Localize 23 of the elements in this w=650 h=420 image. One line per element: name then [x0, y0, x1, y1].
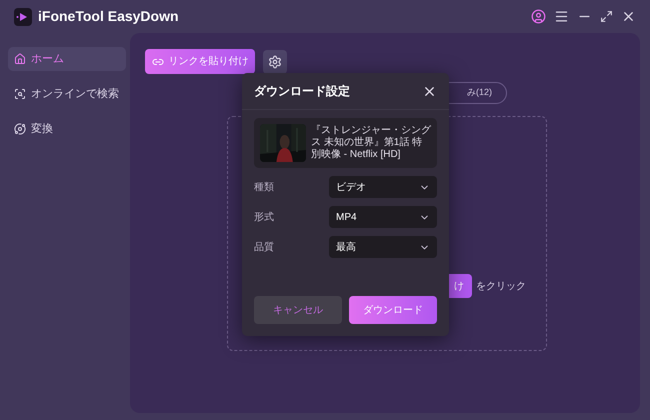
settings-button[interactable] — [263, 50, 287, 74]
maximize-icon[interactable] — [600, 10, 613, 23]
setting-label: 品質 — [254, 240, 275, 254]
video-title: 『ストレンジャー・シングス 未知の世界』第1話 特別映像 - Netflix [HD] — [311, 125, 431, 161]
sidebar-item[interactable]: ホーム — [8, 47, 126, 71]
account-icon[interactable] — [531, 9, 546, 24]
sidebar-item[interactable]: 変換 — [8, 117, 126, 141]
setting-dropdown[interactable]: 最高 — [329, 236, 437, 258]
hint-text: をクリック — [476, 280, 526, 294]
setting-label: 形式 — [254, 210, 275, 224]
app-logo-icon — [14, 8, 32, 26]
dialog-title: ダウンロード設定 — [254, 83, 350, 100]
rings-icon — [14, 123, 26, 135]
app-title: iFoneTool EasyDown — [38, 7, 179, 26]
sidebar-item[interactable]: オンラインで検索 — [8, 82, 126, 106]
menu-icon[interactable] — [554, 9, 569, 24]
settings-icon — [268, 54, 282, 68]
setting-label: 種類 — [254, 180, 275, 194]
close-icon[interactable] — [621, 9, 636, 24]
setting-dropdown[interactable]: MP4 — [329, 206, 437, 228]
home-icon — [14, 53, 26, 65]
setting-dropdown[interactable]: ビデオ — [329, 176, 437, 198]
search-icon — [14, 88, 26, 100]
